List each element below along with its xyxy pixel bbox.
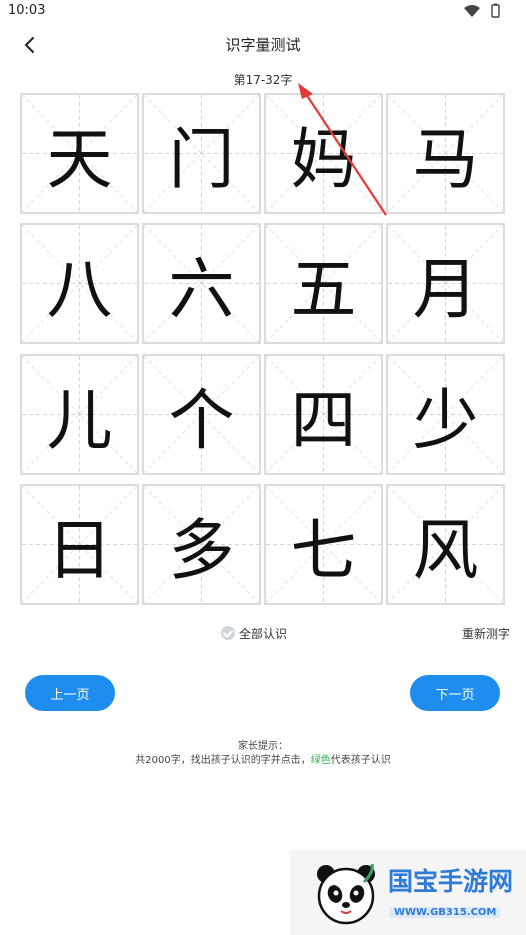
- prev-page-button[interactable]: 上一页: [25, 675, 115, 711]
- character: 七: [290, 511, 357, 589]
- char-cell[interactable]: 四: [264, 354, 383, 475]
- character: 六: [168, 250, 235, 328]
- tip-text-before: 共2000字，找出孩子认识的字并点击，: [135, 755, 311, 766]
- char-cell[interactable]: 八: [20, 223, 139, 344]
- wifi-icon: [464, 5, 480, 17]
- watermark: 国宝手游网 WWW.GB315.COM: [290, 850, 526, 935]
- range-label: 第17-32字: [233, 73, 293, 87]
- char-cell[interactable]: 五: [264, 223, 383, 344]
- char-cell[interactable]: 六: [142, 223, 261, 344]
- tip-text-green: 绿色: [310, 755, 331, 766]
- char-cell[interactable]: 妈: [264, 93, 383, 214]
- char-cell[interactable]: 儿: [20, 354, 139, 475]
- retest-button[interactable]: 重新测字: [462, 625, 510, 642]
- battery-icon: [491, 4, 500, 18]
- watermark-url: WWW.GB315.COM: [390, 907, 501, 918]
- character: 妈: [290, 120, 357, 198]
- char-cell[interactable]: 风: [386, 484, 505, 605]
- character: 儿: [46, 381, 113, 459]
- character: 个: [168, 381, 235, 459]
- character: 马: [412, 120, 479, 198]
- status-time: 10:03: [8, 3, 46, 18]
- character: 四: [290, 381, 357, 459]
- character: 少: [412, 381, 479, 459]
- check-all-label: 全部认识: [239, 626, 288, 641]
- character-grid: 天 门 妈 马 八 六 五 月 儿 个 四 少 日 多 七 风: [20, 93, 506, 607]
- character: 风: [412, 511, 479, 589]
- character: 五: [290, 250, 357, 328]
- status-bar: 10:03: [0, 0, 526, 24]
- tip-text: 共2000字，找出孩子认识的字并点击，绿色代表孩子认识: [0, 751, 526, 766]
- tip-title: 家长提示：: [238, 741, 288, 752]
- char-cell[interactable]: 七: [264, 484, 383, 605]
- char-cell[interactable]: 月: [386, 223, 505, 344]
- check-circle-icon: [221, 626, 235, 640]
- character: 门: [168, 120, 235, 198]
- check-all-toggle[interactable]: 全部认识: [221, 624, 287, 642]
- char-cell[interactable]: 天: [20, 93, 139, 214]
- character: 多: [168, 511, 235, 589]
- panda-logo-icon: [317, 863, 375, 925]
- char-cell[interactable]: 多: [142, 484, 261, 605]
- char-cell[interactable]: 少: [386, 354, 505, 475]
- watermark-title: 国宝手游网: [388, 867, 514, 896]
- char-cell[interactable]: 日: [20, 484, 139, 605]
- character: 月: [412, 250, 479, 328]
- char-cell[interactable]: 门: [142, 93, 261, 214]
- character: 日: [46, 511, 113, 589]
- char-cell[interactable]: 马: [386, 93, 505, 214]
- next-page-button[interactable]: 下一页: [410, 675, 500, 711]
- char-cell[interactable]: 个: [142, 354, 261, 475]
- tip-text-after: 代表孩子认识: [330, 755, 391, 766]
- page-title: 识字量测试: [225, 36, 301, 54]
- character: 八: [46, 250, 113, 328]
- status-icons: [464, 3, 500, 18]
- character: 天: [46, 120, 113, 198]
